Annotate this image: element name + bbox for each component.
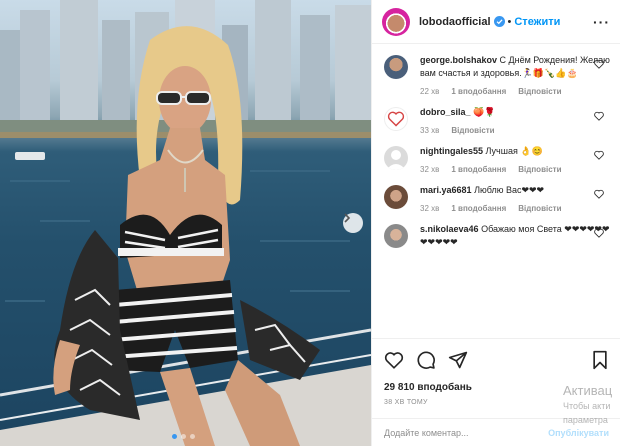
avatar[interactable] — [382, 7, 410, 36]
comment-text: Лучшая 👌😊 — [485, 146, 543, 156]
avatar[interactable] — [384, 55, 408, 79]
follow-button[interactable]: Стежити — [514, 16, 560, 28]
comment-time[interactable]: 32 хв — [420, 165, 439, 174]
header-separator: • — [507, 15, 512, 28]
avatar[interactable] — [384, 107, 408, 131]
author-username[interactable]: lobodaofficial — [419, 16, 491, 28]
heart-icon[interactable] — [594, 111, 604, 121]
reply-button[interactable]: Відповісти — [451, 126, 494, 135]
heart-icon[interactable] — [594, 228, 604, 238]
comment-input[interactable] — [384, 427, 544, 438]
share-icon[interactable] — [448, 350, 468, 370]
comment-item: dobro_sila_ 🍑🌹 33 хв Відповісти — [372, 106, 620, 135]
comment-item: mari.ya6681 Люблю Вас❤❤❤ 32 хв 1 вподоба… — [372, 184, 620, 213]
comment-likes[interactable]: 1 вподобання — [451, 165, 506, 174]
carousel-dot — [181, 434, 186, 439]
watermark-line: параметра — [563, 415, 608, 425]
publish-button[interactable]: Опублікувати — [548, 428, 609, 438]
comment-username[interactable]: s.nikolaeva46 — [420, 224, 479, 234]
watermark-line: Чтобы акти — [563, 401, 611, 411]
comment-likes[interactable]: 1 вподобання — [451, 87, 506, 96]
default-avatar-icon — [386, 150, 406, 170]
heart-icon[interactable] — [594, 189, 604, 199]
post-header: lobodaofficial • Стежити ··· — [372, 0, 620, 44]
photo-illustration — [0, 0, 371, 446]
reply-button[interactable]: Відповісти — [518, 204, 561, 213]
heart-icon[interactable] — [594, 150, 604, 160]
more-icon[interactable]: ··· — [593, 14, 610, 30]
reply-button[interactable]: Відповісти — [518, 165, 561, 174]
comment-likes[interactable]: 1 вподобання — [451, 204, 506, 213]
carousel-next-button[interactable] — [343, 213, 363, 233]
windows-activation-watermark: Активац Чтобы акти параметра — [563, 383, 612, 426]
carousel-dot — [190, 434, 195, 439]
avatar[interactable] — [384, 185, 408, 209]
reply-button[interactable]: Відповісти — [518, 87, 561, 96]
post-photo[interactable] — [0, 0, 371, 446]
carousel-dot — [172, 434, 177, 439]
heart-icon[interactable] — [594, 59, 604, 69]
comment-username[interactable]: mari.ya6681 — [420, 185, 472, 195]
post-side-panel: lobodaofficial • Стежити ··· george.bols… — [371, 0, 620, 446]
heart-logo-icon — [387, 111, 405, 127]
carousel-indicator — [172, 434, 195, 439]
comment-username[interactable]: dobro_sila_ — [420, 107, 471, 117]
avatar[interactable] — [384, 146, 408, 170]
comment-time[interactable]: 32 хв — [420, 204, 439, 213]
comments-list[interactable]: george.bolshakov С Днём Рождения! Желаю … — [372, 44, 620, 338]
comment-item: s.nikolaeva46 Обажаю моя Света ❤❤❤❤❤❤❤❤❤… — [372, 223, 620, 249]
heart-icon[interactable] — [384, 351, 404, 369]
avatar[interactable] — [384, 224, 408, 248]
comment-time[interactable]: 33 хв — [420, 126, 439, 135]
bookmark-icon[interactable] — [591, 350, 609, 370]
comment-item: nightingales55 Лучшая 👌😊 32 хв 1 вподоба… — [372, 145, 620, 174]
comment-item: george.bolshakov С Днём Рождения! Желаю … — [372, 54, 620, 96]
comment-icon[interactable] — [416, 350, 436, 370]
comment-text: Люблю Вас❤❤❤ — [474, 185, 545, 195]
comment-time[interactable]: 22 хв — [420, 87, 439, 96]
comment-text: 🍑🌹 — [473, 107, 496, 117]
comment-username[interactable]: nightingales55 — [420, 146, 483, 156]
comment-username[interactable]: george.bolshakov — [420, 55, 497, 65]
chevron-right-icon — [344, 213, 351, 223]
verified-icon — [493, 16, 505, 27]
watermark-title: Активац — [563, 383, 613, 398]
